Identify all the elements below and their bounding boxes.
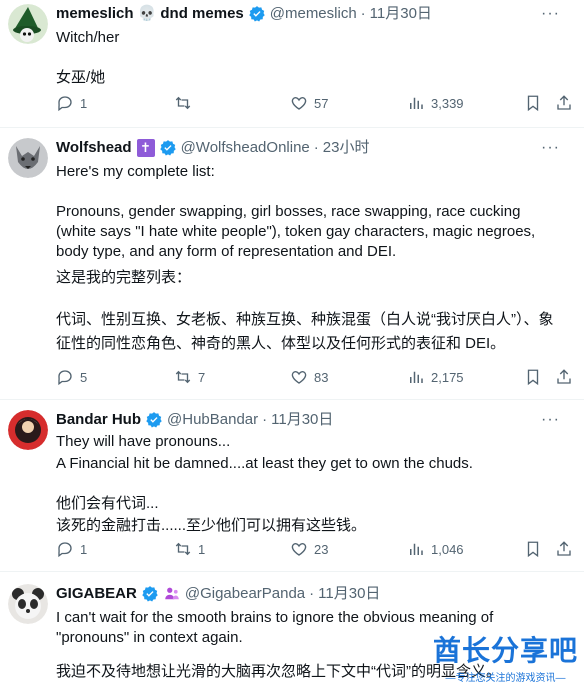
tweet-text-line: 这是我的完整列表： [56, 269, 192, 286]
tweet-text-line: (white says "I hate white people"), toke… [56, 223, 536, 240]
share-icon [557, 369, 571, 384]
tweet-text-line: 征性的同性恋角色、神奇的黑人、体型以及任何形式的表征和 DEI。 [56, 335, 506, 352]
bookmark-button[interactable] [524, 94, 548, 112]
tweet-text-line: A Financial hit be damned....at least th… [56, 455, 473, 472]
tweet-text-line: 女巫/她 [56, 69, 106, 86]
reply-icon [58, 542, 72, 558]
reply-button[interactable]: 5 [56, 368, 87, 386]
author-handle[interactable]: @HubBandar [167, 410, 258, 430]
heart-icon [291, 371, 307, 384]
bookmark-icon [527, 541, 539, 558]
tweet-text-line: 他们会有代词... [56, 495, 159, 512]
cross-badge: ✝ [136, 139, 155, 157]
timestamp[interactable]: 11月30日 [318, 584, 380, 604]
reply-icon [58, 370, 72, 386]
like-button[interactable]: 57 [290, 94, 328, 112]
author-name[interactable]: GIGABEAR [56, 584, 137, 604]
reply-button[interactable]: 1 [56, 540, 87, 558]
verified-badge-icon [142, 586, 158, 602]
more-options-icon[interactable]: ··· [541, 138, 560, 158]
share-button[interactable] [555, 540, 579, 558]
timestamp[interactable]: 11月30日 [271, 410, 333, 430]
tweet-text-line: 代词、性别互换、女老板、种族互换、种族混蛋（白人说“我讨厌白人”）、象 [56, 311, 554, 328]
analytics-icon [410, 371, 423, 383]
tweet-text-line: I can't wait for the smooth brains to ig… [56, 609, 494, 626]
bookmark-button[interactable] [524, 368, 548, 386]
bookmark-icon [527, 95, 539, 112]
watermark-title: 酋长分享吧 [432, 635, 578, 666]
author-handle[interactable]: @memeslich [270, 4, 357, 24]
watermark-subtitle: —专注您关注的游戏资讯— [445, 673, 566, 684]
author-name[interactable]: memeslich [56, 4, 134, 24]
tweet-memeslich[interactable]: memeslich 💀 dnd memes @memeslich · 11月30… [0, 0, 584, 128]
like-button[interactable]: 23 [290, 540, 328, 558]
retweet-button[interactable]: 7 [174, 368, 205, 386]
retweet-button[interactable]: 1 [174, 540, 205, 558]
timestamp[interactable]: 23小时 [323, 138, 370, 158]
more-options-icon[interactable]: ··· [541, 4, 560, 24]
heart-icon [291, 97, 307, 110]
retweet-icon [175, 370, 191, 384]
timestamp[interactable]: 11月30日 [370, 4, 432, 24]
heart-icon [291, 543, 307, 556]
retweet-icon [175, 96, 191, 110]
bookmark-button[interactable] [524, 540, 548, 558]
author-name[interactable]: Wolfshead [56, 138, 132, 158]
share-icon [557, 95, 571, 110]
people-emoji-icon [165, 587, 179, 600]
author-name-suffix: 💀 dnd memes [137, 5, 244, 22]
verified-badge-icon [249, 6, 265, 22]
verified-badge-icon [159, 140, 176, 156]
author-handle[interactable]: @GigabearPanda [185, 584, 305, 604]
tweet-actions: 1 57 3,339 [56, 94, 571, 114]
avatar-wolfshead[interactable] [8, 138, 48, 178]
verified-badge-icon [146, 412, 162, 428]
tweet-wolfshead[interactable]: Wolfshead ✝ @WolfsheadOnline · 23小时 ··· … [0, 128, 584, 400]
tweet-bandar-hub[interactable]: Bandar Hub @HubBandar · 11月30日 ··· They … [0, 400, 584, 572]
more-options-icon[interactable]: ··· [541, 410, 560, 430]
analytics-icon [410, 97, 423, 109]
analytics-icon [410, 543, 423, 555]
avatar-gigabear[interactable] [8, 584, 48, 624]
share-icon [557, 541, 571, 556]
views-button[interactable]: 3,339 [407, 94, 464, 112]
site-watermark: 酋长分享吧 —专注您关注的游戏资讯— [433, 629, 578, 684]
tweet-text-line: Here's my complete list: [56, 163, 215, 180]
bookmark-icon [527, 369, 539, 386]
reply-icon [58, 96, 72, 112]
tweet-actions: 1 1 23 1,046 [56, 540, 571, 560]
share-button[interactable] [555, 94, 579, 112]
tweet-text-line: 该死的金融打击......至少他们可以拥有这些钱。 [56, 517, 367, 534]
retweet-icon [175, 542, 191, 556]
retweet-button[interactable] [174, 94, 198, 112]
share-button[interactable] [555, 368, 579, 386]
like-button[interactable]: 83 [290, 368, 328, 386]
reply-button[interactable]: 1 [56, 94, 87, 112]
author-handle[interactable]: @WolfsheadOnline [181, 138, 310, 158]
author-name[interactable]: Bandar Hub [56, 410, 141, 430]
tweet-text-line: Pronouns, gender swapping, girl bosses, … [56, 203, 521, 220]
views-button[interactable]: 1,046 [407, 540, 464, 558]
avatar-memeslich[interactable] [8, 4, 48, 44]
tweet-actions: 5 7 83 2,175 [56, 368, 571, 388]
tweet-text-line: body type, and any form of representatio… [56, 243, 397, 260]
avatar-bandar-hub[interactable] [8, 410, 48, 450]
tweet-text-line: They will have pronouns... [56, 433, 231, 450]
tweet-text-line: Witch/her [56, 29, 120, 46]
views-button[interactable]: 2,175 [407, 368, 464, 386]
